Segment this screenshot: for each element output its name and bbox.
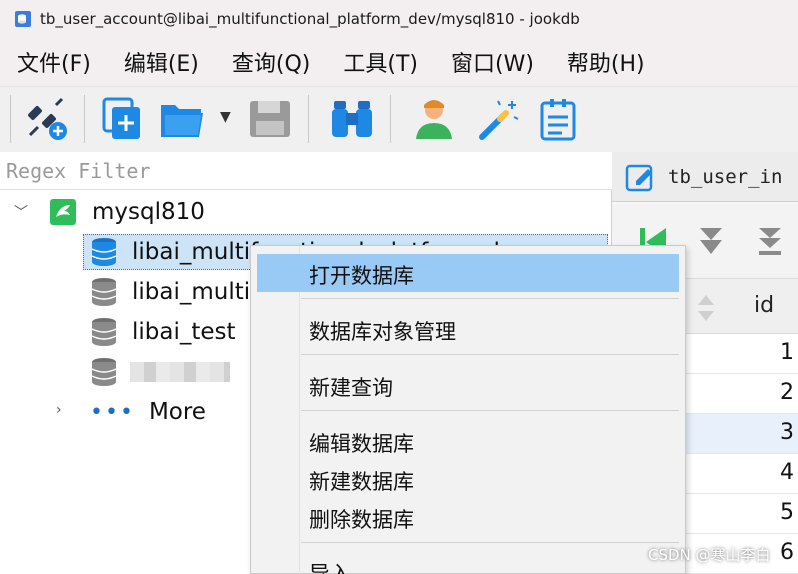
- menu-file[interactable]: 文件(F): [17, 46, 91, 78]
- database-label: libai_test: [132, 319, 236, 345]
- more-label: More: [148, 399, 206, 425]
- last-page-icon[interactable]: [756, 226, 784, 258]
- menu-item-open-database[interactable]: 打开数据库: [309, 260, 414, 290]
- cell-id: 4: [780, 460, 794, 485]
- tab-tb-user-info[interactable]: tb_user_in: [612, 152, 798, 202]
- database-icon: [91, 358, 117, 386]
- connect-icon: [28, 97, 67, 140]
- edit-table-icon: [625, 164, 653, 191]
- window-title: tb_user_account@libai_multifunctional_pl…: [40, 10, 580, 28]
- new-query-button[interactable]: [96, 93, 148, 145]
- title-bar: tb_user_account@libai_multifunctional_pl…: [0, 0, 798, 38]
- cell-id: 2: [780, 380, 794, 405]
- watermark: CSDN @寒山李白: [648, 546, 771, 564]
- tree-database-item[interactable]: [90, 354, 230, 390]
- menu-item-new-database[interactable]: 新建数据库: [309, 466, 414, 496]
- app-window: tb_user_account@libai_multifunctional_pl…: [0, 0, 798, 574]
- toolbar-separator: [10, 95, 11, 143]
- context-menu: 打开数据库 数据库对象管理 新建查询 编辑数据库 新建数据库 删除数据库 导入: [250, 245, 686, 574]
- chevron-down-icon[interactable]: ▼: [220, 109, 231, 125]
- tree-more-item[interactable]: ••• More: [90, 394, 206, 430]
- menu-separator: [301, 354, 679, 355]
- open-folder-icon: [161, 105, 203, 137]
- clipboard-button[interactable]: [532, 93, 584, 145]
- chevron-down-icon[interactable]: ﹀: [14, 202, 28, 222]
- menu-edit[interactable]: 编辑(E): [124, 46, 199, 78]
- database-label: libai_multi: [132, 279, 251, 305]
- cell-id: 1: [780, 340, 794, 365]
- more-dots-icon: •••: [90, 399, 135, 425]
- menu-query[interactable]: 查询(Q): [232, 46, 310, 78]
- menu-bar: 文件(F) 编辑(E) 查询(Q) 工具(T) 窗口(W) 帮助(H): [0, 38, 798, 86]
- user-icon: [416, 100, 452, 139]
- magic-wand-button[interactable]: [472, 93, 524, 145]
- cell-id: 6: [780, 540, 794, 565]
- new-query-icon: [102, 97, 140, 139]
- open-folder-button[interactable]: [156, 93, 208, 145]
- regex-filter: [0, 152, 612, 190]
- menu-item-database-object-management[interactable]: 数据库对象管理: [309, 316, 456, 346]
- database-icon: [91, 278, 117, 306]
- menu-separator: [301, 298, 679, 299]
- jookdb-app-icon: [15, 11, 31, 27]
- tree-database-item[interactable]: libai_test: [90, 314, 236, 350]
- toolbar: ▼: [0, 86, 798, 150]
- menu-window[interactable]: 窗口(W): [451, 46, 534, 78]
- find-button[interactable]: [326, 93, 378, 145]
- clipboard-icon: [540, 99, 576, 141]
- tree-database-item[interactable]: libai_multi: [90, 274, 250, 310]
- menu-separator: [301, 542, 679, 543]
- menu-help[interactable]: 帮助(H): [567, 46, 645, 78]
- tab-label: tb_user_in: [668, 165, 783, 188]
- sort-icon[interactable]: [696, 293, 716, 323]
- database-icon: [91, 318, 117, 346]
- cell-id: 5: [780, 500, 794, 525]
- user-button[interactable]: [408, 93, 460, 145]
- toolbar-separator: [308, 95, 309, 143]
- magic-wand-icon: [479, 100, 519, 140]
- menu-item-new-query[interactable]: 新建查询: [309, 372, 393, 402]
- regex-filter-input[interactable]: [0, 152, 612, 189]
- save-button[interactable]: [244, 93, 296, 145]
- connection-label: mysql810: [92, 199, 205, 225]
- column-header-id[interactable]: id: [754, 293, 774, 318]
- tree-connection-mysql810[interactable]: mysql810: [48, 194, 205, 230]
- previous-page-icon[interactable]: [698, 226, 724, 258]
- menu-item-import[interactable]: 导入: [309, 558, 351, 574]
- binoculars-icon: [332, 101, 372, 137]
- save-icon: [250, 101, 290, 137]
- database-icon: [91, 238, 117, 266]
- toolbar-separator: [390, 95, 391, 143]
- redacted-database-label: [130, 362, 230, 382]
- connect-button[interactable]: [20, 93, 72, 145]
- menu-item-delete-database[interactable]: 删除数据库: [309, 504, 414, 534]
- mysql-connection-icon: [50, 199, 76, 225]
- menu-item-edit-database[interactable]: 编辑数据库: [309, 428, 414, 458]
- cell-id: 3: [780, 420, 794, 445]
- chevron-right-icon[interactable]: ›: [56, 402, 62, 418]
- menu-separator: [301, 410, 679, 411]
- menu-tools[interactable]: 工具(T): [343, 46, 418, 78]
- context-menu-gutter: [299, 246, 300, 574]
- toolbar-separator: [84, 95, 85, 143]
